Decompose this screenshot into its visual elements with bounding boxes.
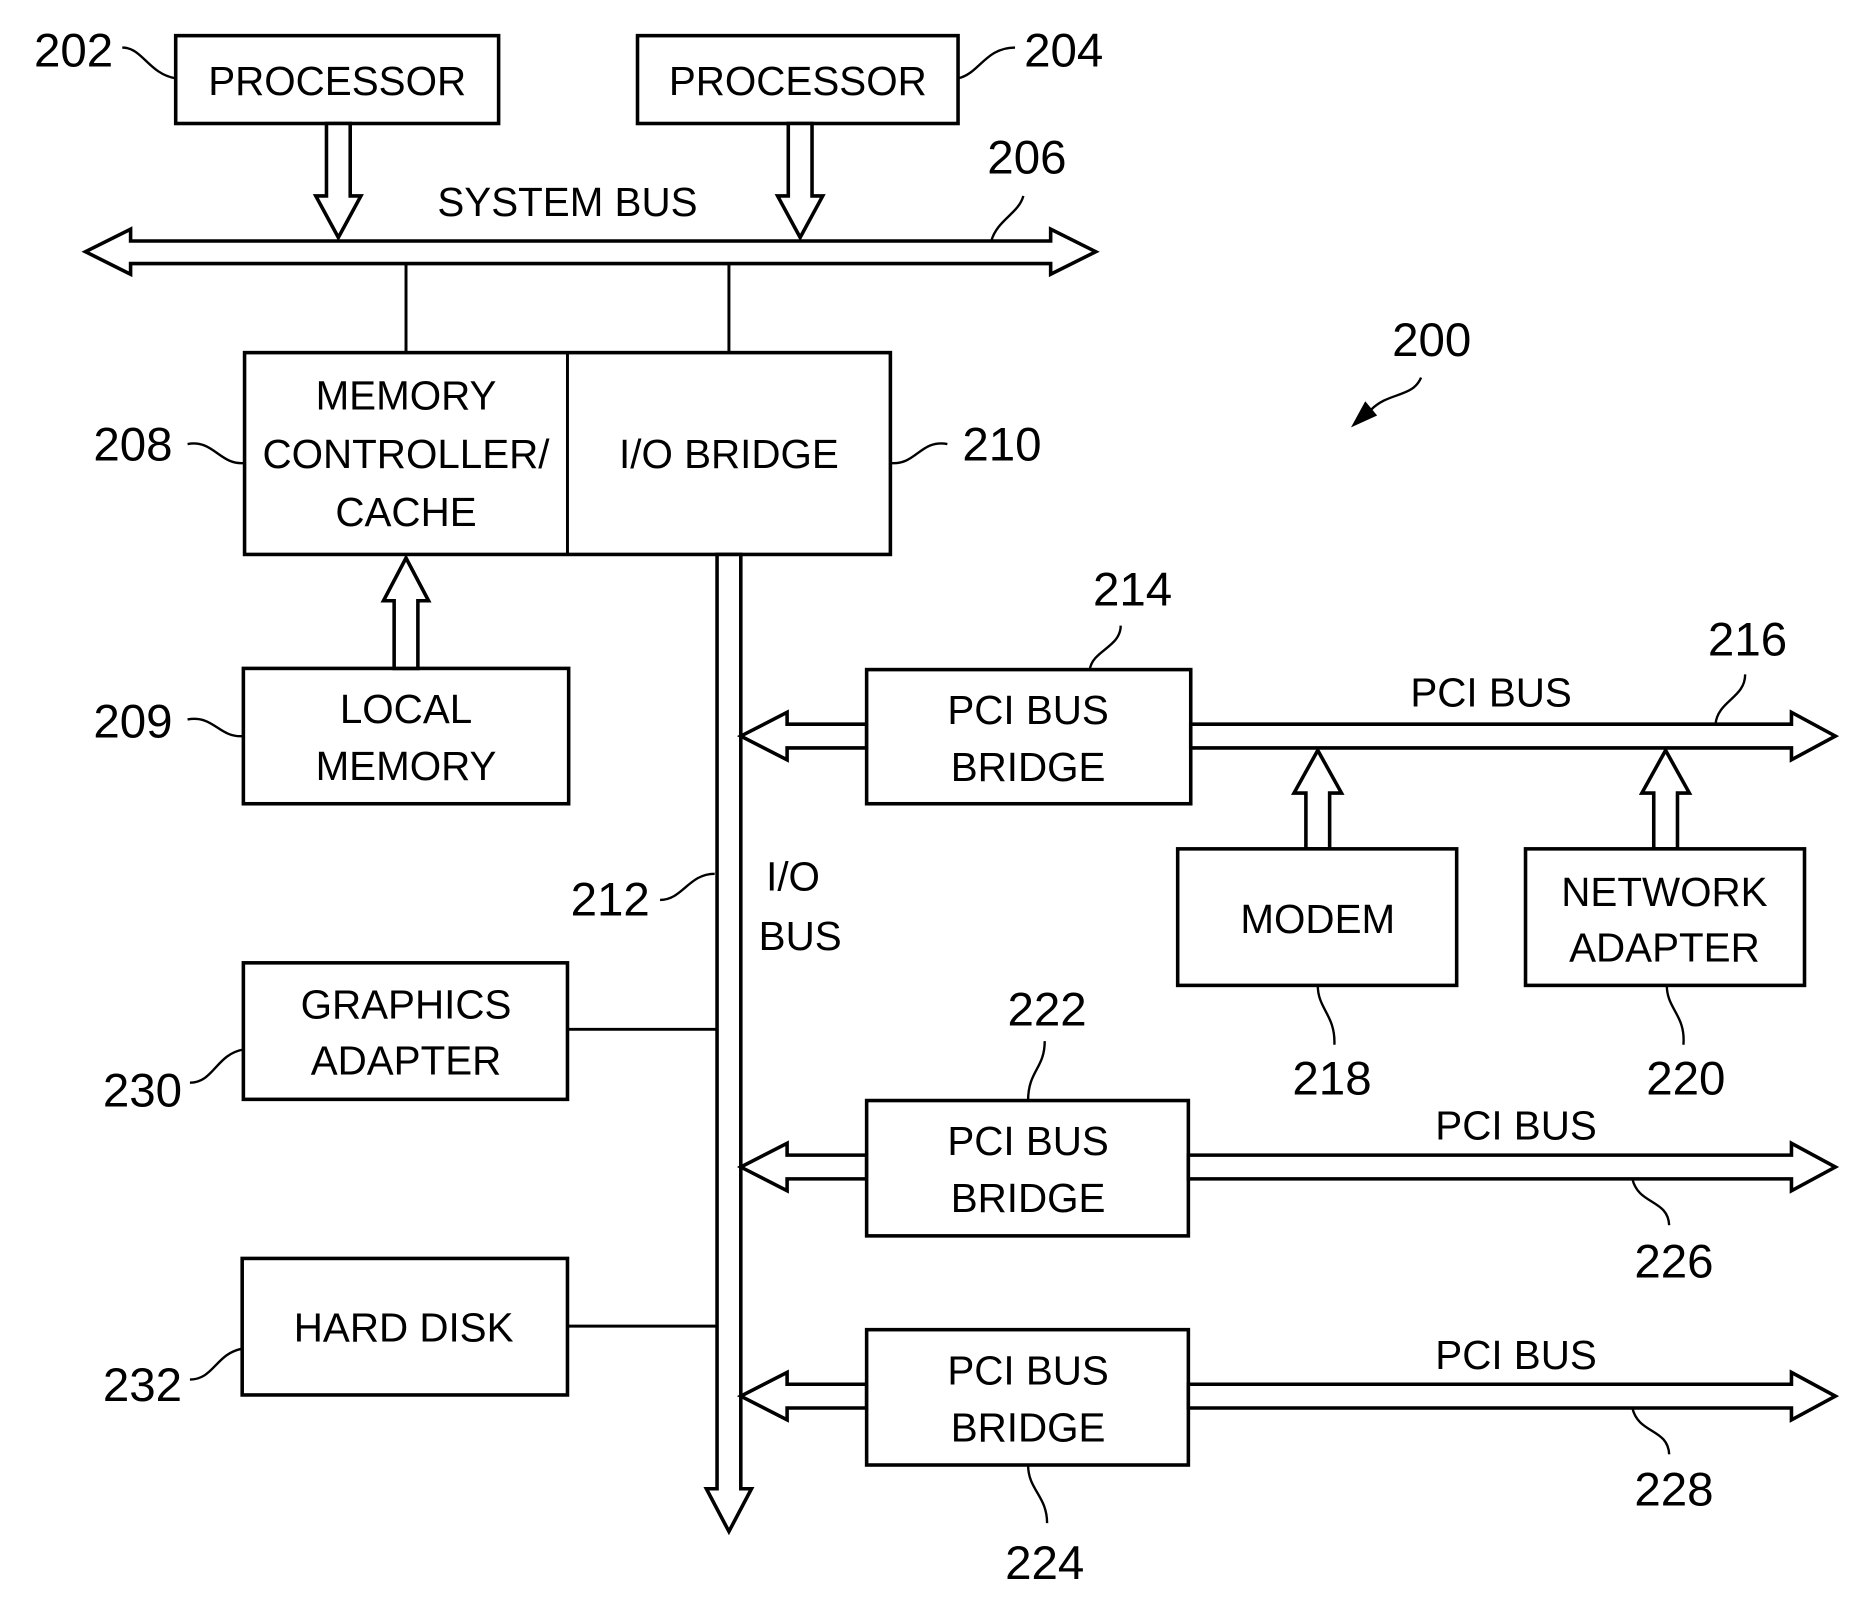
- leader-206: [990, 195, 1025, 242]
- io-bus-label-line-2: BUS: [759, 913, 842, 959]
- hard-disk: HARD DISK 232: [103, 1256, 718, 1412]
- pci-bridge-214-label-line-1: PCI BUS: [947, 687, 1108, 733]
- computer-architecture-diagram: SYSTEM BUS 206 PROCESSOR 202 PROCESSOR 2…: [34, 25, 1840, 1590]
- ref-214: 214: [1093, 563, 1172, 616]
- leader-216: [1714, 674, 1747, 725]
- leader-220: [1665, 985, 1685, 1045]
- leader-230: [189, 1048, 244, 1084]
- pci-bridge-214-to-iobus-arrow: [736, 709, 869, 763]
- ref-222: 222: [1007, 984, 1086, 1037]
- ref-230: 230: [103, 1064, 182, 1117]
- local-memory-arrow: [380, 554, 432, 671]
- system-bus-arrow: [81, 226, 1100, 278]
- ref-200: 200: [1392, 314, 1471, 367]
- pci-bridge-222-label-line-2: BRIDGE: [951, 1175, 1106, 1221]
- memctrl-label-line-3: CACHE: [335, 489, 476, 535]
- ref-212: 212: [571, 873, 650, 926]
- leader-222: [1026, 1041, 1046, 1101]
- leader-226: [1631, 1178, 1671, 1226]
- local-memory-label-line-1: LOCAL: [340, 686, 472, 732]
- leader-228: [1631, 1407, 1671, 1455]
- leader-204: [957, 46, 1016, 80]
- leader-200: [1370, 377, 1423, 411]
- processor-204-arrow: [774, 121, 826, 242]
- pci-bridge-214: PCI BUS BRIDGE 214: [736, 563, 1193, 806]
- ref-204: 204: [1024, 25, 1103, 78]
- ref-218: 218: [1292, 1053, 1371, 1106]
- leader-208: [187, 442, 245, 465]
- network-adapter-to-pcibus-arrow: [1638, 746, 1693, 851]
- pci-bus-226-label: PCI BUS: [1435, 1103, 1596, 1149]
- leader-210: [890, 442, 948, 465]
- ref-220: 220: [1646, 1053, 1725, 1106]
- pci-bridge-222-label-line-1: PCI BUS: [947, 1118, 1108, 1164]
- pci-bus-216: PCI BUS 216: [1188, 613, 1840, 763]
- processor-202-label: PROCESSOR: [208, 58, 466, 104]
- leader-218: [1316, 985, 1336, 1045]
- ref-210: 210: [962, 419, 1041, 472]
- graphics-adapter: GRAPHICS ADAPTER 230: [103, 961, 718, 1117]
- pci-bus-228-label: PCI BUS: [1435, 1332, 1596, 1378]
- pci-bus-216-label: PCI BUS: [1410, 669, 1571, 715]
- ref-226: 226: [1634, 1235, 1713, 1288]
- pci-bus-216-arrow: [1188, 709, 1840, 763]
- processor-204-label: PROCESSOR: [669, 58, 927, 104]
- arrowhead-200-icon: [1351, 401, 1378, 428]
- pci-bus-228-arrow: [1186, 1369, 1840, 1423]
- pci-bus-228: PCI BUS 228: [1186, 1332, 1840, 1516]
- pci-bridge-222: PCI BUS BRIDGE 222: [736, 984, 1191, 1238]
- ref-224: 224: [1005, 1537, 1084, 1590]
- network-adapter: NETWORK ADAPTER 220: [1523, 746, 1807, 1106]
- memctrl-label-line-2: CONTROLLER/: [262, 431, 550, 477]
- io-bridge-label: I/O BRIDGE: [619, 431, 839, 477]
- pci-bridge-224-label-line-1: PCI BUS: [947, 1347, 1108, 1393]
- leader-209: [187, 717, 244, 738]
- leader-212: [659, 872, 715, 902]
- leader-202: [122, 46, 176, 80]
- network-adapter-label-line-2: ADAPTER: [1569, 925, 1760, 971]
- ref-216: 216: [1708, 613, 1787, 666]
- pci-bridge-224-label-line-2: BRIDGE: [951, 1404, 1106, 1450]
- memctrl-label-line-1: MEMORY: [316, 373, 497, 419]
- pci-bridge-224: PCI BUS BRIDGE 224: [736, 1327, 1191, 1590]
- ref-202: 202: [34, 25, 113, 78]
- figure-reference-200: 200: [1351, 314, 1471, 428]
- pci-bridge-222-to-iobus-arrow: [736, 1140, 869, 1194]
- io-bus-label-line-1: I/O: [766, 853, 820, 899]
- modem-label: MODEM: [1240, 896, 1395, 942]
- ref-228: 228: [1634, 1463, 1713, 1516]
- processor-202-arrow: [312, 121, 364, 242]
- leader-214: [1088, 625, 1122, 670]
- modem-to-pcibus-arrow: [1290, 746, 1345, 851]
- memory-controller-io-bridge: MEMORY CONTROLLER/ CACHE I/O BRIDGE 208 …: [93, 350, 1042, 557]
- system-bus: SYSTEM BUS 206: [81, 131, 1100, 278]
- ref-232: 232: [103, 1359, 182, 1412]
- processor-202: PROCESSOR 202: [34, 25, 501, 242]
- ref-208: 208: [93, 419, 172, 472]
- network-adapter-label-line-1: NETWORK: [1561, 869, 1767, 915]
- io-bus-arrow: [703, 552, 755, 1536]
- leader-232: [189, 1347, 243, 1381]
- graphics-adapter-label-line-2: ADAPTER: [311, 1037, 502, 1083]
- pci-bus-226-arrow: [1186, 1140, 1840, 1194]
- ref-206: 206: [987, 131, 1066, 184]
- ref-209: 209: [93, 695, 172, 748]
- pci-bridge-224-to-iobus-arrow: [736, 1369, 869, 1423]
- pci-bridge-214-label-line-2: BRIDGE: [951, 744, 1106, 790]
- modem: MODEM 218: [1175, 746, 1459, 1106]
- graphics-adapter-label-line-1: GRAPHICS: [301, 982, 512, 1028]
- system-bus-label: SYSTEM BUS: [437, 179, 697, 225]
- local-memory-label-line-2: MEMORY: [316, 743, 497, 789]
- local-memory: LOCAL MEMORY 209: [93, 554, 571, 806]
- leader-224: [1026, 1464, 1049, 1524]
- hard-disk-label: HARD DISK: [294, 1305, 514, 1351]
- pci-bus-226: PCI BUS 226: [1186, 1103, 1840, 1288]
